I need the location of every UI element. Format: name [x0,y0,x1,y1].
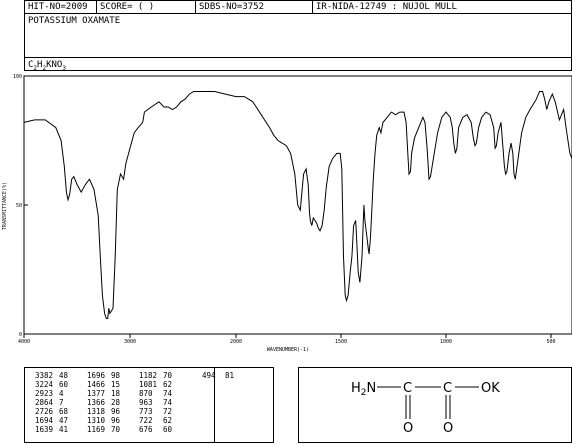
x-axis-label: WAVENUMBER(-1) [267,347,309,353]
oxygen-2-label: O [443,421,453,436]
y-tick-label: 0 [19,332,22,338]
peak-col-2-wavenumbers: 1696 1466 1377 1366 1318 1310 1169 [87,371,106,434]
x-tick-label: 2000 [230,339,242,345]
x-tick-label: 1500 [335,339,347,345]
carbon-1-label: C [403,381,412,396]
amine-group-label: H2N [351,381,376,398]
x-tick-label: 3000 [124,339,136,345]
x-tick-label: 500 [546,339,555,345]
peak-col-4-wavenumbers: 494 [202,371,216,380]
structure-panel: H2N C C OK O O [298,367,572,443]
peak-col-4-transmittance: 81 [225,371,235,380]
peak-table: 3382 3224 2923 2864 2726 1694 1639 48 60… [24,367,274,443]
x-tick-label: 1000 [440,339,452,345]
y-axis-label: TRANSMITTANCE(%) [2,182,8,230]
y-tick-label: 100 [13,74,22,80]
carbon-2-label: C [443,381,452,396]
peak-col-3-transmittance: 70 62 74 74 72 62 60 [163,371,173,434]
x-tick-label: 4000 [18,339,30,345]
oxygen-1-label: O [403,421,413,436]
peak-col-3-wavenumbers: 1182 1081 870 963 773 722 676 [139,371,158,434]
y-tick-label: 50 [16,203,22,209]
potassium-oxide-label: OK [481,381,500,396]
peak-col-1-wavenumbers: 3382 3224 2923 2864 2726 1694 1639 [35,371,54,434]
ir-spectrum-chart: 100500 4000 3000 2000 1500 1000 500 TRANSMITT… [2,74,572,353]
spectrum-line [23,91,572,319]
peak-col-2-transmittance: 98 15 18 28 96 96 70 [111,371,121,434]
peak-col-1-transmittance: 48 60 4 7 68 47 41 [59,371,69,434]
structure-diagram: H2N C C OK O O [351,381,500,436]
